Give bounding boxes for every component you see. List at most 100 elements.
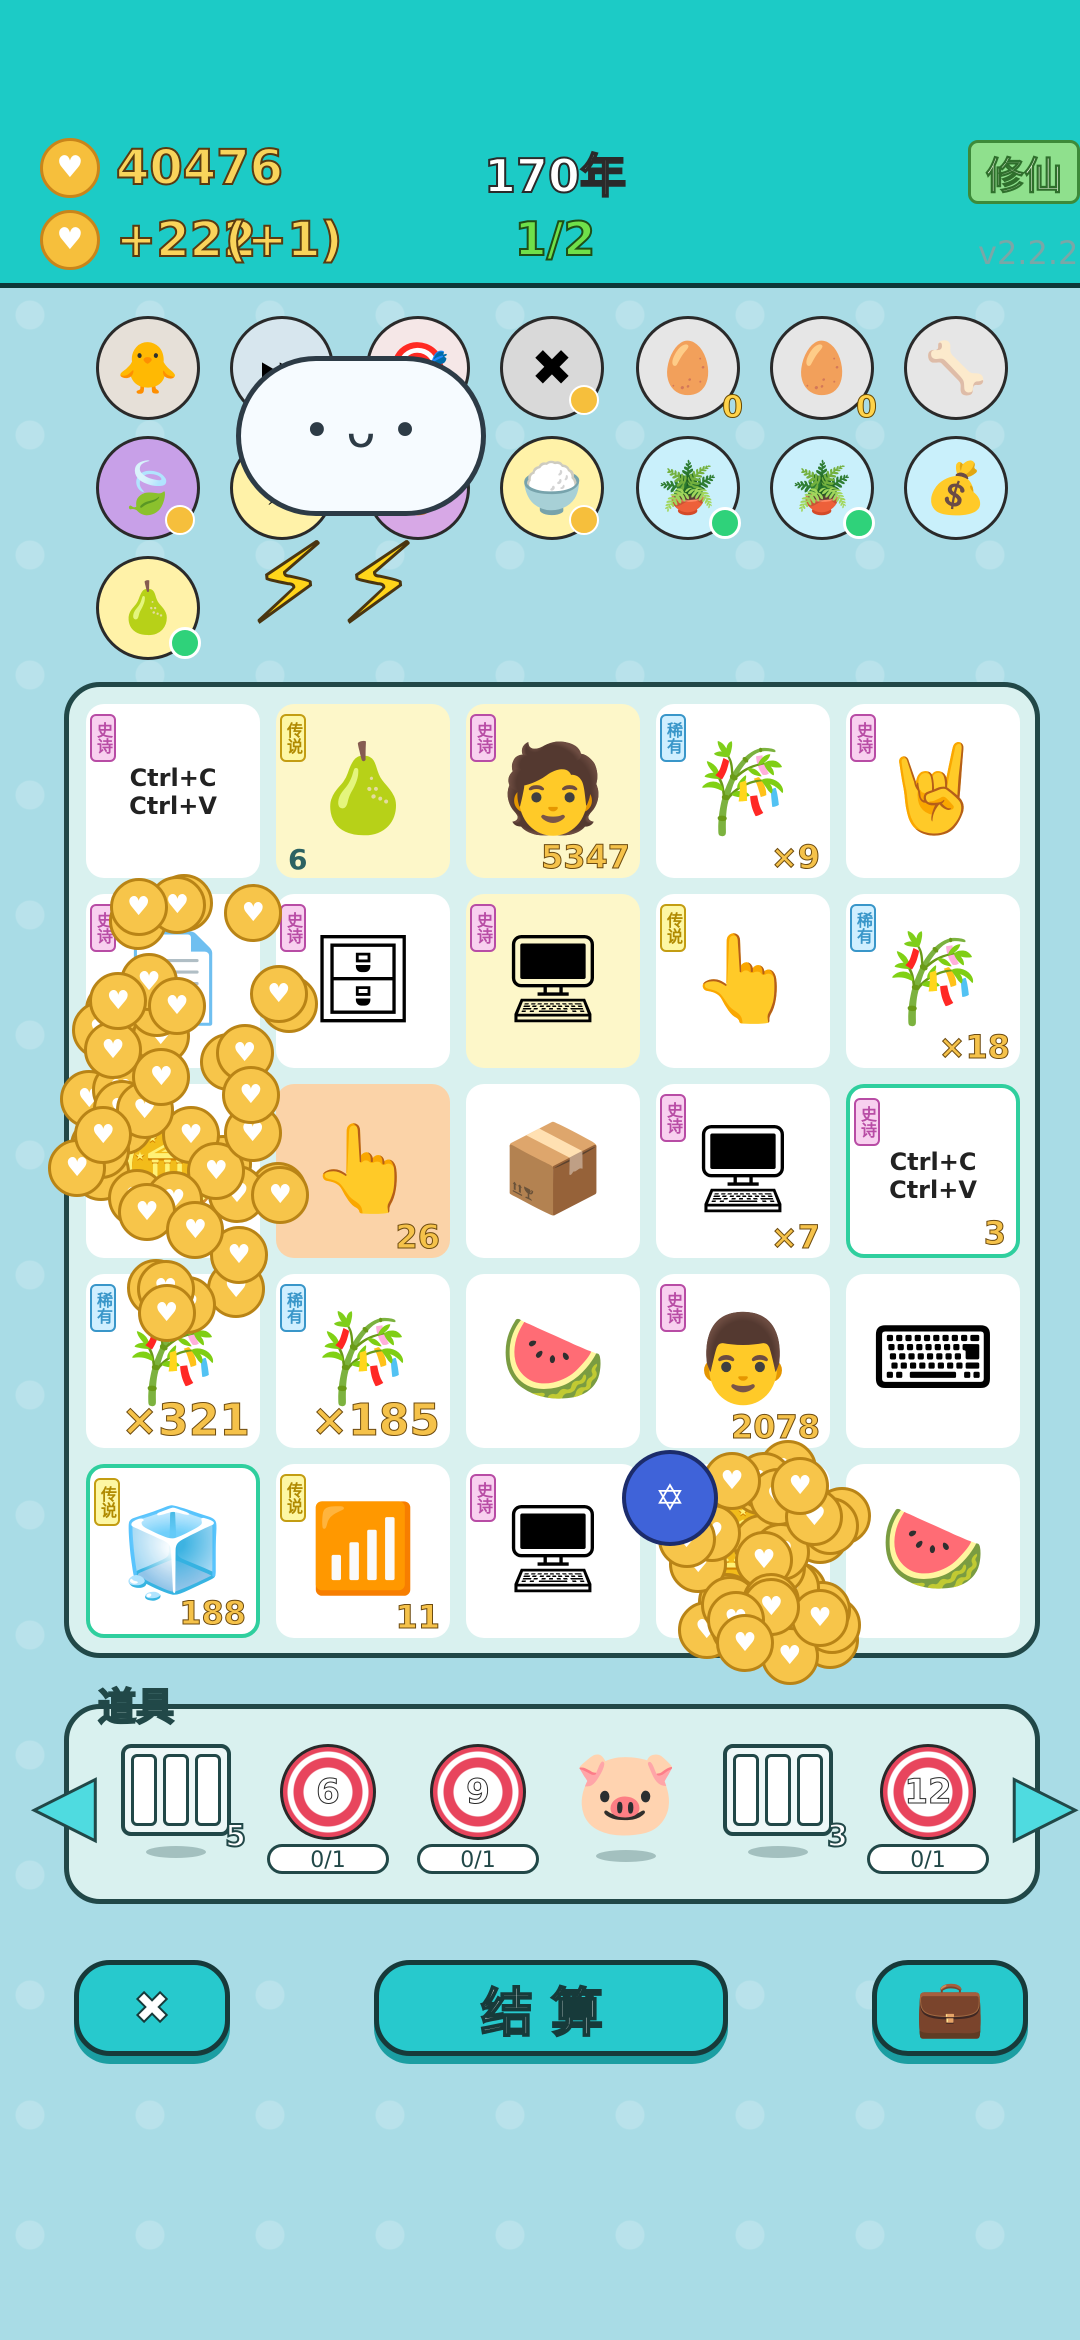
- board-tile[interactable]: 稀有 🎋 ×185: [276, 1274, 450, 1448]
- remove-button[interactable]: ✖: [74, 1960, 230, 2056]
- prop-shadow: [596, 1850, 656, 1862]
- tile-icon: 🍐: [309, 739, 417, 839]
- relic-badge: [843, 507, 875, 539]
- board-tile[interactable]: 史诗 👨 2078: [656, 1274, 830, 1448]
- prop-shadow: [146, 1846, 206, 1858]
- board-tile[interactable]: 史诗 🖥 ×7: [656, 1084, 830, 1258]
- relic-heart-badge: [569, 505, 599, 535]
- relic-slot[interactable]: 🍐: [96, 556, 201, 660]
- target-icon: 12: [880, 1744, 976, 1840]
- flying-coin-icon: ♥: [791, 1589, 850, 1648]
- lightning-icon: ⚡: [248, 519, 328, 650]
- board-tile[interactable]: 稀有 🎋 ×9: [656, 704, 830, 878]
- board-tile[interactable]: 传说 🍐 6: [276, 704, 450, 878]
- relic-slot[interactable]: 🪴: [770, 436, 875, 540]
- target-icon: 9: [430, 1744, 526, 1840]
- relic-slot[interactable]: 🥚 0: [636, 316, 743, 426]
- prop-item[interactable]: 5: [112, 1744, 247, 1874]
- board-tile[interactable]: 稀有 🎋 ×18: [846, 894, 1020, 1068]
- tile-count: 188: [179, 1594, 247, 1633]
- flying-coin-icon: ♥: [109, 878, 168, 937]
- items-title: 道具: [97, 1684, 175, 1730]
- rarity-tag: 史诗: [854, 1098, 880, 1146]
- relic-icon: 🪴: [656, 458, 720, 517]
- year-counter: 170年: [483, 148, 627, 204]
- piggy-bank-icon: 🐷: [573, 1743, 679, 1841]
- prop-progress: 0/1: [267, 1844, 389, 1874]
- tile-count: ×321: [121, 1395, 251, 1447]
- tile-count: 5347: [540, 838, 630, 877]
- relic-icon: 💰: [924, 458, 988, 517]
- prop-item[interactable]: 9 0/1: [414, 1744, 542, 1874]
- tile-icon: 👆: [689, 929, 797, 1029]
- prop-count: 3: [826, 1818, 849, 1855]
- next-arrow-icon[interactable]: ▶: [1013, 1756, 1078, 1852]
- board-tile[interactable]: 史诗 🖥: [466, 1464, 640, 1638]
- tile-icon: 🧊: [119, 1503, 227, 1603]
- tile-icon: Ctrl+C Ctrl+V: [129, 764, 217, 820]
- prop-item[interactable]: 12 0/1: [864, 1744, 992, 1874]
- board-tile[interactable]: 🍉: [466, 1274, 640, 1448]
- relic-slot[interactable]: ✖: [500, 316, 604, 420]
- relic-icon: 🥚: [656, 338, 720, 397]
- board-tile[interactable]: 传说 🧊 188: [86, 1464, 260, 1638]
- board-tile[interactable]: 史诗 Ctrl+C Ctrl+V 3: [846, 1084, 1020, 1258]
- bag-button[interactable]: 💼: [872, 1960, 1028, 2056]
- board-tile[interactable]: 👆 26: [276, 1084, 450, 1258]
- settle-button[interactable]: 结算: [374, 1960, 728, 2056]
- relic-slot[interactable]: 🥚 0: [770, 316, 877, 426]
- relic-badge: [169, 627, 201, 659]
- tile-count: 3: [983, 1214, 1006, 1253]
- board-tile[interactable]: 🍉: [846, 1464, 1020, 1638]
- target-icon: 6: [280, 1744, 376, 1840]
- relic-slot[interactable]: 🍃: [96, 436, 200, 540]
- prop-item[interactable]: 🐷: [562, 1744, 690, 1874]
- relic-icon: 🪴: [790, 458, 854, 517]
- board-tile[interactable]: 史诗 🤘: [846, 704, 1020, 878]
- xiuxian-button[interactable]: 修仙: [968, 140, 1080, 204]
- tile-icon: 📶: [309, 1499, 417, 1599]
- tile-count: ×18: [938, 1028, 1010, 1067]
- board-tile[interactable]: 传说 👆: [656, 894, 830, 1068]
- tile-icon: 🍉: [499, 1309, 607, 1409]
- relic-slot[interactable]: 🪴: [636, 436, 741, 540]
- tile-icon: Ctrl+C Ctrl+V: [889, 1148, 977, 1204]
- prop-progress: 0/1: [417, 1844, 539, 1874]
- stage-progress: 1/2: [514, 211, 597, 267]
- prev-arrow-icon[interactable]: ◀: [33, 1756, 98, 1852]
- tile-icon: 👨: [689, 1309, 797, 1409]
- tile-icon: 📦: [499, 1119, 607, 1219]
- board-tile[interactable]: 史诗 Ctrl+C Ctrl+V: [86, 704, 260, 878]
- tile-count: 11: [395, 1598, 441, 1637]
- blue-ball-effect: ✡: [622, 1450, 718, 1546]
- relic-slot[interactable]: 🦴: [904, 316, 1008, 420]
- board-tile[interactable]: 📦: [466, 1084, 640, 1258]
- rarity-tag: 史诗: [90, 714, 116, 762]
- flying-coin-icon: ♥: [221, 1066, 280, 1125]
- tile-icon: 🖥: [498, 929, 608, 1029]
- board-tile[interactable]: 传说 📶 11: [276, 1464, 450, 1638]
- board-tile[interactable]: 史诗 🖥: [466, 894, 640, 1068]
- bag-icon: 💼: [915, 1976, 985, 2041]
- tile-icon: 🖥: [498, 1499, 608, 1599]
- board-tile[interactable]: 史诗 🧑 5347: [466, 704, 640, 878]
- tile-left-count: 6: [288, 843, 308, 876]
- flying-coin-icon: ♥: [771, 1457, 830, 1516]
- prop-count: 5: [224, 1818, 247, 1855]
- tile-icon: 🤘: [879, 739, 987, 839]
- relic-slot[interactable]: 🍚: [500, 436, 604, 540]
- tile-count: ×9: [770, 838, 820, 877]
- cloud-face: • ᴗ •: [302, 403, 420, 459]
- cloud-effect: • ᴗ •: [236, 356, 486, 516]
- board-tile[interactable]: ⌨: [846, 1274, 1020, 1448]
- prop-item[interactable]: 3: [714, 1744, 849, 1874]
- remove-icon: ✖: [133, 1982, 172, 2035]
- prop-progress: 0/1: [867, 1844, 989, 1874]
- prop-item[interactable]: 6 0/1: [264, 1744, 392, 1874]
- relic-slot[interactable]: 💰: [904, 436, 1008, 540]
- cabinet-icon: [121, 1744, 231, 1836]
- relic-slot[interactable]: 🐥: [96, 316, 200, 420]
- flying-coin-icon: ♥: [715, 1613, 774, 1672]
- lightning-icon: ⚡: [338, 519, 418, 650]
- flying-coin-icon: ♥: [166, 1200, 225, 1259]
